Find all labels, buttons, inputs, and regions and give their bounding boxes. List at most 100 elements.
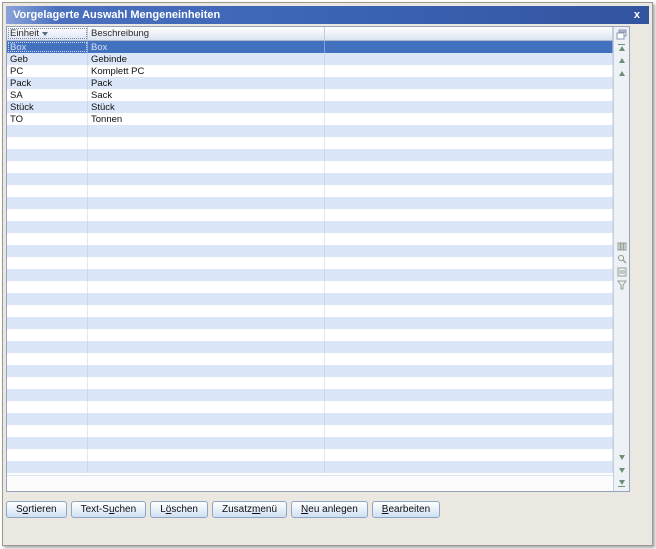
column-header-beschreibung[interactable]: Beschreibung [88,27,325,40]
cell-einheit [7,377,88,389]
table-body: Box Box Geb Gebinde PC Komplett PC Pack Pack SA S… [7,41,613,475]
cell-beschreibung [88,449,325,461]
table-row-empty [7,341,613,353]
page-down-icon[interactable] [616,465,628,476]
scroll-up-icon[interactable] [616,55,628,66]
cell-beschreibung [88,389,325,401]
cell-beschreibung [88,305,325,317]
button-bar: So rtieren Text-S u chen Lö schen Zusatz m enü Neu… [6,501,441,518]
table-row-empty [7,209,613,221]
cell-einheit: PC [7,65,88,77]
button-bearbeiten[interactable]: Bearbeiten [371,501,441,518]
scroll-to-top-icon[interactable] [616,42,628,53]
table-row-empty [7,449,613,461]
cell-filler [325,425,613,437]
cell-beschreibung [88,461,325,473]
cell-filler [325,281,613,293]
overlapping-windows-icon[interactable] [616,29,628,40]
cell-beschreibung [88,185,325,197]
cell-beschreibung [88,125,325,137]
cell-einheit [7,221,88,233]
cell-beschreibung [88,317,325,329]
cell-filler [325,341,613,353]
cell-filler [325,173,613,185]
cell-einheit [7,173,88,185]
cell-filler [325,449,613,461]
cell-einheit: Box [7,41,88,53]
cell-beschreibung [88,353,325,365]
cell-beschreibung [88,161,325,173]
cell-einheit [7,149,88,161]
cell-filler [325,89,613,101]
search-icon[interactable] [616,254,628,265]
table-row-empty [7,173,613,185]
cell-beschreibung [88,377,325,389]
cell-filler [325,413,613,425]
cell-einheit [7,365,88,377]
goto-record-icon[interactable] [616,267,628,278]
cell-einheit [7,437,88,449]
table-row-empty [7,437,613,449]
scroll-to-bottom-icon[interactable] [616,478,628,489]
table-row-empty [7,137,613,149]
cell-beschreibung [88,437,325,449]
cell-filler [325,221,613,233]
cell-filler [325,329,613,341]
table-header-row: Einheit Beschreibung [7,27,613,41]
filter-icon[interactable] [616,280,628,291]
column-header-einheit[interactable]: Einheit [7,27,88,40]
table-row-empty [7,185,613,197]
grid-columns-icon[interactable] [616,241,628,252]
cell-filler [325,161,613,173]
cell-beschreibung [88,137,325,149]
table-row-empty [7,281,613,293]
cell-einheit [7,197,88,209]
table-row[interactable]: Stück Stück [7,101,613,113]
table-row[interactable]: TO Tonnen [7,113,613,125]
cell-filler [325,269,613,281]
cell-beschreibung: Tonnen [88,113,325,125]
cell-beschreibung [88,365,325,377]
column-header-filler [325,27,613,40]
cell-beschreibung [88,329,325,341]
cell-filler [325,257,613,269]
table-row-empty [7,365,613,377]
cell-einheit [7,125,88,137]
table-row[interactable]: Pack Pack [7,77,613,89]
column-header-label: Beschreibung [91,28,150,39]
cell-einheit: SA [7,89,88,101]
table-row[interactable]: Box Box [7,41,613,53]
table-row-empty [7,353,613,365]
button-sortieren[interactable]: So rtieren [6,501,67,518]
cell-einheit: TO [7,113,88,125]
button-neu-anlegen[interactable]: Neu anlegen [291,501,368,518]
page-up-icon[interactable] [616,68,628,79]
table-side-toolbar [613,27,629,491]
button-l-schen[interactable]: Lö schen [150,501,208,518]
table-row-empty [7,389,613,401]
button-text-suchen[interactable]: Text-S u chen [70,501,147,518]
cell-filler [325,461,613,473]
cell-einheit [7,341,88,353]
cell-filler [325,41,613,53]
cell-beschreibung [88,197,325,209]
table-row-empty [7,317,613,329]
scroll-down-icon[interactable] [616,452,628,463]
table-row[interactable]: PC Komplett PC [7,65,613,77]
cell-beschreibung [88,209,325,221]
table-row[interactable]: Geb Gebinde [7,53,613,65]
cell-einheit [7,269,88,281]
cell-beschreibung [88,413,325,425]
button-zusatzmen-[interactable]: Zusatz m enü [212,501,288,518]
close-icon[interactable]: x [632,9,642,21]
table-row-empty [7,425,613,437]
cell-einheit [7,425,88,437]
cell-beschreibung [88,401,325,413]
table-row-empty [7,377,613,389]
table-row[interactable]: SA Sack [7,89,613,101]
cell-filler [325,125,613,137]
table-row-empty [7,401,613,413]
cell-filler [325,209,613,221]
cell-beschreibung: Pack [88,77,325,89]
cell-beschreibung: Stück [88,101,325,113]
